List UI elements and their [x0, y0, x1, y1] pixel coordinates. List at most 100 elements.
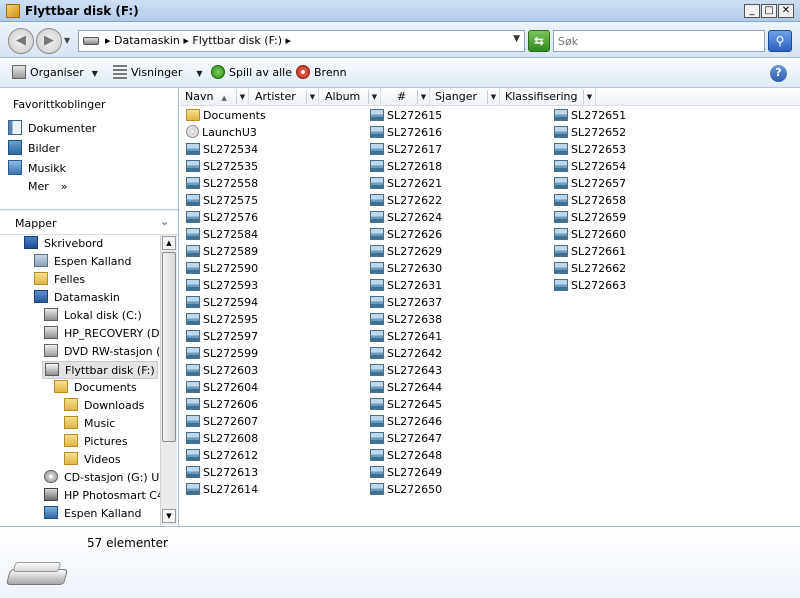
column-track-number[interactable]: # ▼ — [382, 88, 430, 106]
list-item[interactable]: SL272626 — [370, 226, 442, 243]
tree-item-music[interactable]: Music — [64, 415, 115, 433]
tree-item-user[interactable]: Espen Kalland — [34, 253, 131, 271]
tree-item-printer[interactable]: HP Photosmart C438 — [44, 487, 160, 505]
minimize-button[interactable]: _ — [744, 4, 760, 18]
list-item[interactable]: SL272575 — [186, 192, 258, 209]
list-item[interactable]: SL272645 — [370, 396, 442, 413]
tree-item-recovery-d[interactable]: HP_RECOVERY (D:) — [44, 325, 160, 343]
chevron-down-icon[interactable]: ⌄ — [160, 215, 169, 228]
list-item[interactable]: SL272658 — [554, 192, 626, 209]
list-item[interactable]: SL272593 — [186, 277, 258, 294]
close-button[interactable]: ✕ — [778, 4, 794, 18]
tree-item-documents[interactable]: Documents — [54, 379, 137, 397]
list-item[interactable]: SL272616 — [370, 124, 442, 141]
views-button[interactable]: Visninger ▼ — [113, 65, 203, 79]
scroll-up-icon[interactable]: ▲ — [162, 236, 176, 250]
list-item[interactable]: LaunchU3 — [186, 124, 257, 141]
list-item[interactable]: SL272558 — [186, 175, 258, 192]
tree-item-desktop[interactable]: Skrivebord — [24, 235, 103, 253]
list-item[interactable]: SL272657 — [554, 175, 626, 192]
list-item[interactable]: SL272594 — [186, 294, 258, 311]
list-item[interactable]: SL272599 — [186, 345, 258, 362]
list-item[interactable]: SL272607 — [186, 413, 258, 430]
search-icon[interactable]: ⚲ — [768, 30, 792, 52]
list-item[interactable]: SL272653 — [554, 141, 626, 158]
breadcrumb[interactable]: ▸ Datamaskin ▸ Flyttbar disk (F:) ▸ — [105, 34, 291, 47]
list-item[interactable]: SL272595 — [186, 311, 258, 328]
tree-item-public[interactable]: Felles — [34, 271, 85, 289]
column-genre[interactable]: Sjanger ▼ — [430, 88, 500, 106]
search-input[interactable] — [558, 32, 758, 50]
play-all-button[interactable]: Spill av alle — [211, 65, 292, 79]
list-item[interactable]: SL272629 — [370, 243, 442, 260]
chevron-down-icon[interactable]: ▼ — [487, 90, 499, 104]
list-item[interactable]: SL272643 — [370, 362, 442, 379]
favorite-music[interactable]: Musikk — [8, 160, 66, 178]
list-item[interactable]: SL272654 — [554, 158, 626, 175]
list-item[interactable]: SL272576 — [186, 209, 258, 226]
folders-header[interactable]: Mapper ⌄ — [0, 211, 178, 235]
tree-item-computer[interactable]: Datamaskin — [34, 289, 120, 307]
column-artists[interactable]: Artister ▼ — [250, 88, 319, 106]
list-item[interactable]: SL272652 — [554, 124, 626, 141]
chevron-down-icon[interactable]: ▼ — [236, 90, 248, 104]
tree-item-videos[interactable]: Videos — [64, 451, 121, 469]
favorite-documents[interactable]: Dokumenter — [8, 120, 96, 138]
recent-pages-dropdown[interactable]: ▼ — [64, 36, 70, 45]
scroll-thumb[interactable] — [162, 252, 176, 442]
list-item[interactable]: SL272590 — [186, 260, 258, 277]
back-button[interactable]: ◀ — [8, 28, 34, 54]
list-item[interactable]: SL272649 — [370, 464, 442, 481]
list-item[interactable]: SL272662 — [554, 260, 626, 277]
list-item[interactable]: SL272663 — [554, 277, 626, 294]
refresh-button[interactable]: ⇆ — [528, 30, 550, 52]
list-item[interactable]: Documents — [186, 107, 266, 124]
tree-item-removable-f[interactable]: Flyttbar disk (F:) — [42, 361, 158, 379]
list-item[interactable]: SL272641 — [370, 328, 442, 345]
list-item[interactable]: SL272650 — [370, 481, 442, 498]
column-rating[interactable]: Klassifisering ▼ — [500, 88, 596, 106]
burn-button[interactable]: Brenn — [296, 65, 347, 79]
list-item[interactable]: SL272638 — [370, 311, 442, 328]
tree-item-pictures[interactable]: Pictures — [64, 433, 128, 451]
list-item[interactable]: SL272624 — [370, 209, 442, 226]
list-item[interactable]: SL272612 — [186, 447, 258, 464]
maximize-button[interactable]: □ — [761, 4, 777, 18]
list-item[interactable]: SL272661 — [554, 243, 626, 260]
list-item[interactable]: SL272651 — [554, 107, 626, 124]
chevron-down-icon[interactable]: ▼ — [306, 90, 318, 104]
organize-button[interactable]: Organiser ▼ — [12, 65, 98, 79]
list-item[interactable]: SL272631 — [370, 277, 442, 294]
chevron-down-icon[interactable]: ▼ — [368, 90, 380, 104]
list-item[interactable]: SL272606 — [186, 396, 258, 413]
list-item[interactable]: SL272659 — [554, 209, 626, 226]
list-item[interactable]: SL272608 — [186, 430, 258, 447]
list-item[interactable]: SL272637 — [370, 294, 442, 311]
list-item[interactable]: SL272617 — [370, 141, 442, 158]
list-item[interactable]: SL272535 — [186, 158, 258, 175]
list-item[interactable]: SL272613 — [186, 464, 258, 481]
list-item[interactable]: SL272647 — [370, 430, 442, 447]
list-item[interactable]: SL272604 — [186, 379, 258, 396]
list-item[interactable]: SL272618 — [370, 158, 442, 175]
address-dropdown-icon[interactable]: ▼ — [513, 34, 520, 44]
tree-item-local-disk-c[interactable]: Lokal disk (C:) — [44, 307, 142, 325]
chevron-down-icon[interactable]: ▼ — [417, 90, 429, 104]
help-icon[interactable]: ? — [770, 65, 787, 82]
list-item[interactable]: SL272584 — [186, 226, 258, 243]
list-item[interactable]: SL272644 — [370, 379, 442, 396]
scroll-down-icon[interactable]: ▼ — [162, 509, 176, 523]
folder-tree-scrollbar[interactable]: ▲ ▼ — [160, 235, 177, 525]
list-item[interactable]: SL272622 — [370, 192, 442, 209]
list-item[interactable]: SL272615 — [370, 107, 442, 124]
chevron-down-icon[interactable]: ▼ — [583, 90, 595, 104]
list-item[interactable]: SL272597 — [186, 328, 258, 345]
title-bar[interactable]: Flyttbar disk (F:) _ □ ✕ — [0, 0, 800, 22]
column-name[interactable]: Navn ▲ ▼ — [180, 88, 249, 106]
list-item[interactable]: SL272630 — [370, 260, 442, 277]
list-item[interactable]: SL272614 — [186, 481, 258, 498]
tree-item-dvd-e[interactable]: DVD RW-stasjon (E: — [44, 343, 160, 361]
list-item[interactable]: SL272648 — [370, 447, 442, 464]
list-item[interactable]: SL272621 — [370, 175, 442, 192]
address-bar[interactable]: ▸ Datamaskin ▸ Flyttbar disk (F:) ▸ ▼ — [78, 30, 525, 52]
